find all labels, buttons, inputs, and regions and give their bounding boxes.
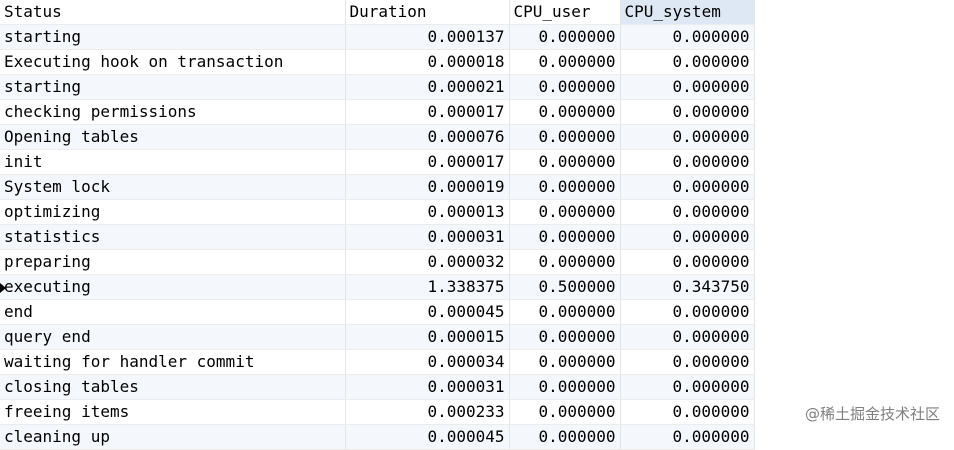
table-row[interactable]: checking permissions0.0000170.0000000.00… xyxy=(0,100,754,125)
cell-duration[interactable]: 0.000013 xyxy=(345,200,509,225)
cell-cpu-system[interactable]: 0.000000 xyxy=(620,50,754,75)
cell-cpu-user[interactable]: 0.000000 xyxy=(509,175,620,200)
cell-status[interactable]: statistics xyxy=(0,225,345,250)
cell-status[interactable]: Executing hook on transaction xyxy=(0,50,345,75)
table-row[interactable]: query end0.0000150.0000000.000000 xyxy=(0,325,754,350)
cell-status[interactable]: checking permissions xyxy=(0,100,345,125)
cell-cpu-system[interactable]: 0.000000 xyxy=(620,200,754,225)
cell-cpu-system[interactable]: 0.000000 xyxy=(620,25,754,50)
cell-cpu-user[interactable]: 0.000000 xyxy=(509,250,620,275)
cell-cpu-system[interactable]: 0.000000 xyxy=(620,375,754,400)
cell-status[interactable]: freeing items xyxy=(0,400,345,425)
cell-cpu-system[interactable]: 0.000000 xyxy=(620,325,754,350)
cell-cpu-system[interactable]: 0.000000 xyxy=(620,300,754,325)
cell-duration[interactable]: 0.000034 xyxy=(345,350,509,375)
column-header-duration[interactable]: Duration xyxy=(345,0,509,25)
cell-cpu-user[interactable]: 0.000000 xyxy=(509,75,620,100)
table-row[interactable]: statistics0.0000310.0000000.000000 xyxy=(0,225,754,250)
cell-duration[interactable]: 0.000021 xyxy=(345,75,509,100)
cell-cpu-user[interactable]: 0.000000 xyxy=(509,325,620,350)
cell-duration[interactable]: 0.000137 xyxy=(345,25,509,50)
cell-status[interactable]: cleaning up xyxy=(0,425,345,450)
cell-status[interactable]: starting xyxy=(0,75,345,100)
cell-duration[interactable]: 0.000015 xyxy=(345,325,509,350)
cell-cpu-user[interactable]: 0.000000 xyxy=(509,150,620,175)
table-row[interactable]: Executing hook on transaction0.0000180.0… xyxy=(0,50,754,75)
cell-cpu-system[interactable]: 0.000000 xyxy=(620,175,754,200)
cell-cpu-system[interactable]: 0.343750 xyxy=(620,275,754,300)
cell-duration[interactable]: 0.000018 xyxy=(345,50,509,75)
table-row[interactable]: starting0.0001370.0000000.000000 xyxy=(0,25,754,50)
cell-cpu-user[interactable]: 0.000000 xyxy=(509,200,620,225)
table-row[interactable]: waiting for handler commit0.0000340.0000… xyxy=(0,350,754,375)
cell-cpu-system[interactable]: 0.000000 xyxy=(620,100,754,125)
cell-status[interactable]: System lock xyxy=(0,175,345,200)
cell-status[interactable]: starting xyxy=(0,25,345,50)
cell-duration[interactable]: 0.000045 xyxy=(345,425,509,450)
cell-duration[interactable]: 0.000233 xyxy=(345,400,509,425)
table-row[interactable]: closing tables0.0000310.0000000.000000 xyxy=(0,375,754,400)
column-header-status[interactable]: Status xyxy=(0,0,345,25)
cell-cpu-system[interactable]: 0.000000 xyxy=(620,75,754,100)
cell-cpu-user[interactable]: 0.000000 xyxy=(509,300,620,325)
cell-status[interactable]: closing tables xyxy=(0,375,345,400)
cell-cpu-user[interactable]: 0.000000 xyxy=(509,50,620,75)
table-row[interactable]: init0.0000170.0000000.000000 xyxy=(0,150,754,175)
table-row[interactable]: freeing items0.0002330.0000000.000000 xyxy=(0,400,754,425)
cell-cpu-system[interactable]: 0.000000 xyxy=(620,425,754,450)
cell-status[interactable]: init xyxy=(0,150,345,175)
cell-duration[interactable]: 0.000017 xyxy=(345,100,509,125)
cell-cpu-user[interactable]: 0.000000 xyxy=(509,375,620,400)
cell-cpu-system[interactable]: 0.000000 xyxy=(620,125,754,150)
cell-status[interactable]: executing xyxy=(0,275,345,300)
cell-status[interactable]: Opening tables xyxy=(0,125,345,150)
column-header-cpu-user[interactable]: CPU_user xyxy=(509,0,620,25)
cell-duration[interactable]: 0.000031 xyxy=(345,375,509,400)
watermark: @稀土掘金技术社区 xyxy=(805,403,940,424)
table-row[interactable]: cleaning up0.0000450.0000000.000000 xyxy=(0,425,754,450)
cell-cpu-user[interactable]: 0.000000 xyxy=(509,425,620,450)
cell-cpu-user[interactable]: 0.000000 xyxy=(509,400,620,425)
table-row[interactable]: starting0.0000210.0000000.000000 xyxy=(0,75,754,100)
cell-duration[interactable]: 0.000019 xyxy=(345,175,509,200)
cell-duration[interactable]: 0.000076 xyxy=(345,125,509,150)
cell-cpu-user[interactable]: 0.000000 xyxy=(509,225,620,250)
table-row[interactable]: preparing0.0000320.0000000.000000 xyxy=(0,250,754,275)
cell-cpu-user[interactable]: 0.000000 xyxy=(509,125,620,150)
grid-body: starting0.0001370.0000000.000000Executin… xyxy=(0,25,754,450)
cell-duration[interactable]: 0.000045 xyxy=(345,300,509,325)
cell-cpu-user[interactable]: 0.000000 xyxy=(509,350,620,375)
result-grid: Status Duration CPU_user CPU_system star… xyxy=(0,0,755,450)
cell-status[interactable]: preparing xyxy=(0,250,345,275)
current-row-indicator xyxy=(0,283,6,293)
header-row: Status Duration CPU_user CPU_system xyxy=(0,0,754,25)
cell-cpu-user[interactable]: 0.000000 xyxy=(509,25,620,50)
cell-status[interactable]: end xyxy=(0,300,345,325)
cell-cpu-system[interactable]: 0.000000 xyxy=(620,350,754,375)
cell-duration[interactable]: 0.000017 xyxy=(345,150,509,175)
column-header-cpu-system[interactable]: CPU_system xyxy=(620,0,754,25)
cell-duration[interactable]: 0.000031 xyxy=(345,225,509,250)
cell-cpu-user[interactable]: 0.500000 xyxy=(509,275,620,300)
table-row[interactable]: System lock0.0000190.0000000.000000 xyxy=(0,175,754,200)
cell-status[interactable]: waiting for handler commit xyxy=(0,350,345,375)
table-row[interactable]: Opening tables0.0000760.0000000.000000 xyxy=(0,125,754,150)
table-row[interactable]: end0.0000450.0000000.000000 xyxy=(0,300,754,325)
cell-cpu-system[interactable]: 0.000000 xyxy=(620,250,754,275)
cell-cpu-system[interactable]: 0.000000 xyxy=(620,150,754,175)
cell-duration[interactable]: 1.338375 xyxy=(345,275,509,300)
table-row[interactable]: optimizing0.0000130.0000000.000000 xyxy=(0,200,754,225)
cell-status[interactable]: optimizing xyxy=(0,200,345,225)
table-row[interactable]: executing1.3383750.5000000.343750 xyxy=(0,275,754,300)
cell-cpu-user[interactable]: 0.000000 xyxy=(509,100,620,125)
cell-duration[interactable]: 0.000032 xyxy=(345,250,509,275)
cell-cpu-system[interactable]: 0.000000 xyxy=(620,225,754,250)
cell-cpu-system[interactable]: 0.000000 xyxy=(620,400,754,425)
cell-status[interactable]: query end xyxy=(0,325,345,350)
